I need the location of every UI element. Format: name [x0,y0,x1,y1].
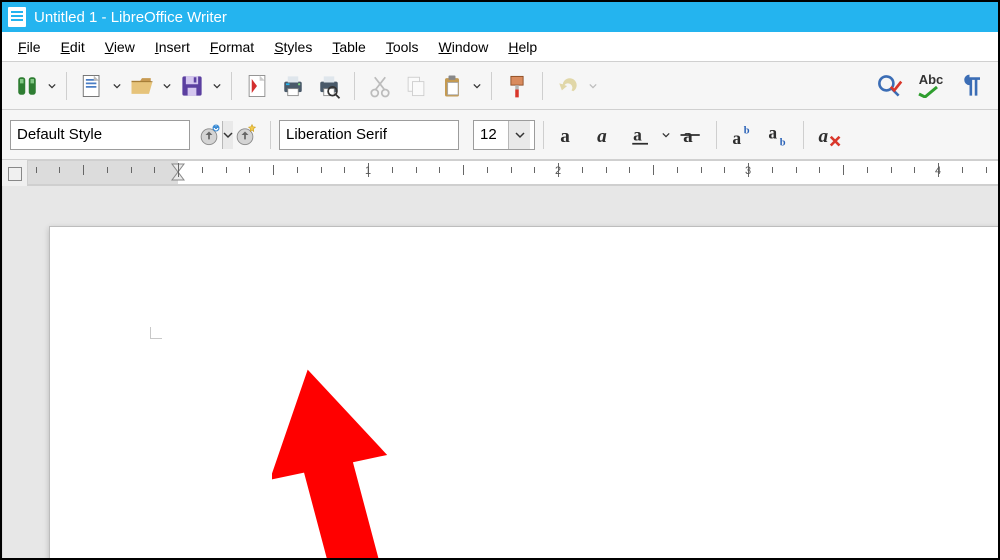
find-replace-dropdown[interactable] [46,69,58,103]
menu-view[interactable]: View [95,35,145,59]
menu-tools[interactable]: Tools [376,35,429,59]
font-size-dropdown[interactable] [508,121,530,149]
clear-formatting-button[interactable]: a [812,118,846,152]
spellcheck-button[interactable] [872,69,906,103]
svg-text:a: a [633,124,642,144]
menu-styles[interactable]: Styles [264,35,322,59]
auto-spellcheck-button[interactable]: Abc [908,69,954,103]
save-button[interactable] [175,69,209,103]
svg-text:b: b [780,137,786,148]
undo-button[interactable] [551,69,585,103]
abc-label: Abc [919,73,944,86]
paragraph-style-combo[interactable] [10,120,190,150]
formatting-toolbar: a a a a ab ab a [2,110,998,160]
new-style-button[interactable] [228,118,262,152]
menubar: File Edit View Insert Format Styles Tabl… [2,32,998,62]
menu-edit[interactable]: Edit [51,35,95,59]
separator [66,72,67,100]
separator [491,72,492,100]
svg-text:a: a [683,126,693,147]
print-button[interactable] [276,69,310,103]
menu-table[interactable]: Table [322,35,375,59]
separator [542,72,543,100]
underline-button[interactable]: a [624,118,658,152]
ruler-number: 1 [365,165,371,177]
paste-button[interactable] [435,69,469,103]
font-name-input[interactable] [280,121,491,149]
separator [270,121,271,149]
paragraph-style-input[interactable] [11,121,222,149]
font-size-input[interactable] [474,121,508,149]
underline-dropdown[interactable] [660,118,672,152]
font-name-combo[interactable] [279,120,459,150]
ruler-number: 3 [745,165,751,177]
ruler-corner [2,160,28,186]
document-page[interactable] [49,226,998,558]
menu-insert[interactable]: Insert [145,35,200,59]
cut-button[interactable] [363,69,397,103]
standard-toolbar: Abc [2,62,998,110]
superscript-button[interactable]: ab [725,118,759,152]
svg-text:a: a [597,126,607,147]
menu-file[interactable]: File [8,35,51,59]
menu-window[interactable]: Window [429,35,499,59]
ruler-area: 12345 [2,160,998,186]
separator [231,72,232,100]
subscript-button[interactable]: ab [761,118,795,152]
open-button[interactable] [125,69,159,103]
horizontal-ruler[interactable]: 12345 [28,160,998,185]
titlebar: Untitled 1 - LibreOffice Writer [2,2,998,32]
separator [354,72,355,100]
clone-formatting-button[interactable] [500,69,534,103]
svg-text:a: a [560,126,570,147]
formatting-marks-button[interactable] [956,69,990,103]
bold-button[interactable]: a [552,118,586,152]
document-icon [8,7,26,27]
print-preview-button[interactable] [312,69,346,103]
svg-text:a: a [819,126,829,147]
new-document-button[interactable] [75,69,109,103]
undo-dropdown[interactable] [587,69,599,103]
find-replace-button[interactable] [10,69,44,103]
window-title: Untitled 1 - LibreOffice Writer [34,9,227,26]
export-pdf-button[interactable] [240,69,274,103]
svg-text:b: b [744,125,750,136]
svg-text:a: a [732,127,741,147]
ruler-number: 4 [935,165,941,177]
ruler-number: 2 [555,165,561,177]
menu-help[interactable]: Help [498,35,547,59]
svg-text:a: a [768,122,777,142]
update-style-button[interactable] [192,118,226,152]
separator [543,121,544,149]
save-dropdown[interactable] [211,69,223,103]
paste-dropdown[interactable] [471,69,483,103]
strikethrough-button[interactable]: a [674,118,708,152]
separator [716,121,717,149]
copy-button[interactable] [399,69,433,103]
open-dropdown[interactable] [161,69,173,103]
italic-button[interactable]: a [588,118,622,152]
new-document-dropdown[interactable] [111,69,123,103]
separator [803,121,804,149]
menu-format[interactable]: Format [200,35,264,59]
workspace [2,186,998,558]
font-size-combo[interactable] [473,120,535,150]
margin-corner-icon [150,327,162,339]
